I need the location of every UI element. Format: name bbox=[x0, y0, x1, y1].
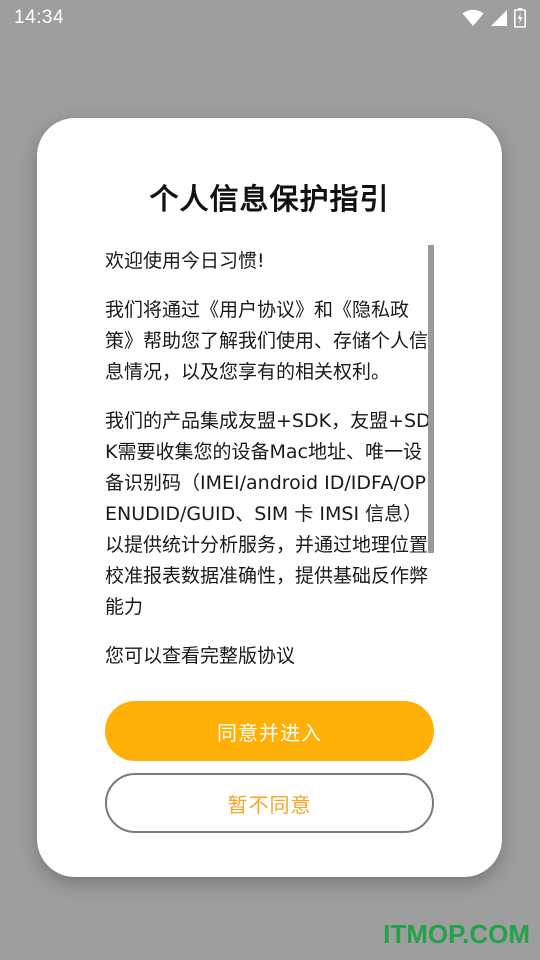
status-bar: 14:34 bbox=[0, 0, 540, 36]
agreement-paragraph: 我们将通过《用户协议》和《隐私政策》帮助您了解我们使用、存储个人信息情况，以及您… bbox=[105, 299, 429, 383]
disagree-button[interactable]: 暂不同意 bbox=[105, 773, 434, 833]
dialog-title: 个人信息保护指引 bbox=[149, 182, 390, 216]
wifi-icon bbox=[462, 9, 484, 27]
scrollbar[interactable] bbox=[428, 245, 434, 553]
sdk-paragraph: 我们的产品集成友盟+SDK，友盟+SDK需要收集您的设备Mac地址、唯一设备识别… bbox=[105, 410, 431, 618]
status-icons bbox=[462, 8, 526, 28]
agree-and-enter-button[interactable]: 同意并进入 bbox=[105, 701, 434, 761]
policy-text-scroll-area[interactable]: 欢迎使用今日习惯! 我们将通过《用户协议》和《隐私政策》帮助您了解我们使用、存储… bbox=[105, 246, 433, 694]
welcome-paragraph: 欢迎使用今日习惯! bbox=[105, 250, 265, 272]
privacy-dialog: 个人信息保护指引 欢迎使用今日习惯! 我们将通过《用户协议》和《隐私政策》帮助您… bbox=[37, 118, 502, 877]
watermark-logo: ITMOP.COM bbox=[383, 919, 530, 949]
full-agreement-paragraph: 您可以查看完整版协议 bbox=[105, 645, 296, 667]
battery-charging-icon bbox=[514, 8, 526, 28]
cellular-signal-icon bbox=[490, 9, 508, 27]
status-time: 14:34 bbox=[14, 7, 65, 28]
